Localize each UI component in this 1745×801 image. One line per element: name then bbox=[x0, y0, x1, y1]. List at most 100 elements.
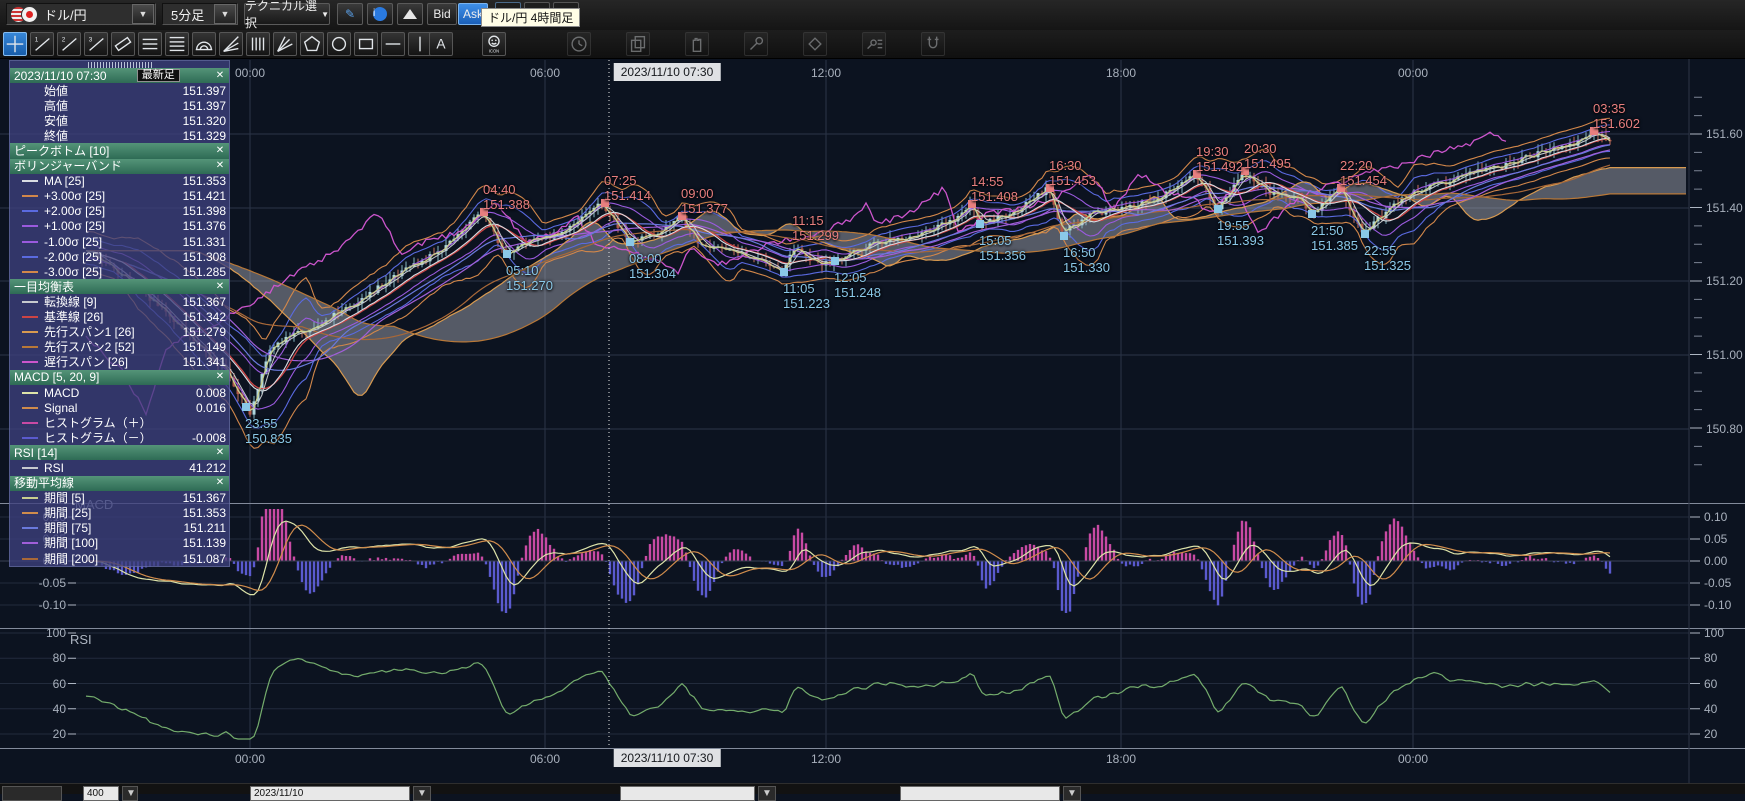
panel-section-header[interactable]: 一目均衡表✕ bbox=[10, 279, 229, 294]
panel-section-header[interactable]: MACD [5, 20, 9]✕ bbox=[10, 370, 229, 385]
jp-flag-icon bbox=[21, 6, 38, 23]
vertical-lines-icon bbox=[247, 33, 269, 55]
indicator-color-swatch bbox=[22, 527, 38, 529]
parallel-lines-3-button[interactable] bbox=[138, 32, 162, 56]
timeframe-dropdown-arrow-icon[interactable]: ▼ bbox=[214, 4, 236, 24]
bottom-bar-button[interactable]: ▼ bbox=[413, 786, 431, 801]
trendline-1-icon: 1 bbox=[31, 33, 53, 55]
svg-text:ICON: ICON bbox=[489, 49, 499, 54]
indicator-row: 期間 [100]151.139 bbox=[10, 536, 229, 551]
pentagon-button[interactable] bbox=[300, 32, 324, 56]
crosshair-icon bbox=[4, 33, 26, 55]
indicator-color-swatch bbox=[22, 256, 38, 258]
ellipse-button[interactable] bbox=[327, 32, 351, 56]
ohlc-rows: 始値151.397高値151.397安値151.320終値151.329 bbox=[10, 83, 229, 143]
indicator-row: ヒストグラム（－）-0.008 bbox=[10, 430, 229, 445]
bottom-bar-input[interactable] bbox=[900, 786, 1060, 801]
indicator-color-swatch bbox=[22, 497, 38, 499]
horizontal-line-icon bbox=[382, 33, 404, 55]
bottom-control-strip: 400▼2023/11/10▼▼▼ bbox=[0, 783, 1745, 794]
section-close-icon[interactable]: ✕ bbox=[214, 476, 226, 490]
bottom-bar-button[interactable]: ▼ bbox=[1063, 786, 1081, 801]
gann-fan-button[interactable] bbox=[273, 32, 297, 56]
bottom-bar-input[interactable] bbox=[620, 786, 755, 801]
technical-select-label: テクニカル選択 bbox=[245, 0, 317, 31]
parallel-lines-3-icon bbox=[139, 33, 161, 55]
indicator-row: ヒストグラム（＋） bbox=[10, 415, 229, 430]
indicator-row: -3.00σ [25]151.285 bbox=[10, 264, 229, 279]
indicator-row: 先行スパン2 [52]151.149 bbox=[10, 340, 229, 355]
trendline-1-button[interactable]: 1 bbox=[30, 32, 54, 56]
bottom-bar-input[interactable]: 2023/11/10 bbox=[250, 786, 410, 801]
text-tool-button[interactable]: A bbox=[429, 32, 453, 56]
technical-select-button[interactable]: テクニカル選択 ▼ bbox=[244, 3, 330, 25]
indicator-color-swatch bbox=[22, 558, 38, 560]
section-close-icon[interactable]: ✕ bbox=[214, 159, 226, 173]
indicator-panel: 2023/11/10 07:30 最新足 ✕ 始値151.397高値151.39… bbox=[9, 60, 230, 567]
rectangle-button[interactable] bbox=[354, 32, 378, 56]
info-button[interactable]: i bbox=[367, 3, 393, 25]
trendline-3-button[interactable]: 3 bbox=[84, 32, 108, 56]
indicator-color-swatch bbox=[22, 361, 38, 363]
indicator-color-swatch bbox=[22, 241, 38, 243]
copy-button bbox=[626, 32, 650, 56]
history-button bbox=[567, 32, 591, 56]
indicator-color-swatch bbox=[22, 437, 38, 439]
panel-section-header[interactable]: ボリンジャーバンド✕ bbox=[10, 159, 229, 174]
symbol-dropdown-arrow-icon[interactable]: ▼ bbox=[132, 4, 154, 24]
eraser-icon bbox=[804, 33, 826, 55]
vertical-lines-button[interactable] bbox=[246, 32, 270, 56]
settings-list-icon bbox=[863, 33, 885, 55]
latest-candle-button[interactable]: 最新足 bbox=[137, 69, 180, 82]
bottom-bar-input[interactable]: 400 bbox=[83, 786, 119, 801]
indicator-row: MA [25]151.353 bbox=[10, 174, 229, 189]
horizontal-line-button[interactable] bbox=[381, 32, 405, 56]
bottom-bar-button[interactable]: ▼ bbox=[122, 786, 138, 801]
settings-list-button bbox=[862, 32, 886, 56]
trendline-3-icon: 3 bbox=[85, 33, 107, 55]
ruler-button[interactable] bbox=[111, 32, 135, 56]
fan-lines-icon bbox=[220, 33, 242, 55]
indicator-color-swatch bbox=[22, 346, 38, 348]
section-close-icon[interactable]: ✕ bbox=[214, 370, 226, 384]
indicator-color-swatch bbox=[22, 422, 38, 424]
symbol-select[interactable]: ドル/円 ▼ bbox=[6, 3, 156, 25]
indicator-row: MACD0.008 bbox=[10, 385, 229, 400]
vertical-line-icon bbox=[409, 33, 431, 55]
pencil-tool-button[interactable]: ✎ bbox=[337, 3, 363, 25]
section-close-icon[interactable]: ✕ bbox=[214, 280, 226, 294]
price-chart-canvas[interactable] bbox=[0, 0, 1745, 793]
indicator-color-swatch bbox=[22, 316, 38, 318]
pan-hand-button bbox=[685, 32, 709, 56]
section-close-icon[interactable]: ✕ bbox=[214, 144, 226, 158]
bid-button[interactable]: Bid bbox=[427, 3, 457, 25]
crosshair-button[interactable] bbox=[3, 32, 27, 56]
fan-lines-button[interactable] bbox=[219, 32, 243, 56]
bottom-bar-button[interactable] bbox=[2, 786, 62, 801]
indicator-color-swatch bbox=[22, 271, 38, 273]
indicator-row: +2.00σ [25]151.398 bbox=[10, 204, 229, 219]
indicator-row: 転換線 [9]151.367 bbox=[10, 294, 229, 309]
area-chart-button[interactable] bbox=[397, 3, 423, 25]
trendline-2-button[interactable]: 2 bbox=[57, 32, 81, 56]
indicator-row: Signal0.016 bbox=[10, 400, 229, 415]
fibonacci-arc-icon bbox=[193, 33, 215, 55]
bottom-bar-button[interactable]: ▼ bbox=[758, 786, 776, 801]
ruler-icon bbox=[112, 33, 134, 55]
section-close-icon[interactable]: ✕ bbox=[214, 446, 226, 460]
svg-text:2: 2 bbox=[62, 36, 66, 43]
indicator-color-swatch bbox=[22, 225, 38, 227]
timeframe-select[interactable]: 5分足 ▼ bbox=[162, 3, 238, 25]
indicator-row: -2.00σ [25]151.308 bbox=[10, 249, 229, 264]
parallel-lines-4-button[interactable] bbox=[165, 32, 189, 56]
icon-stamp-button[interactable]: ICON bbox=[482, 32, 506, 56]
indicator-color-swatch bbox=[22, 392, 38, 394]
fibonacci-arc-button[interactable] bbox=[192, 32, 216, 56]
chart-area[interactable] bbox=[0, 0, 1745, 793]
panel-section-header[interactable]: ピークボトム [10]✕ bbox=[10, 143, 229, 158]
pan-hand-icon bbox=[686, 33, 708, 55]
panel-section-header[interactable]: 移動平均線✕ bbox=[10, 476, 229, 491]
panel-section-header[interactable]: RSI [14]✕ bbox=[10, 445, 229, 460]
drawing-toolbar: 1 2 3 A ICON bbox=[0, 30, 1745, 59]
panel-close-icon[interactable]: ✕ bbox=[214, 69, 226, 83]
